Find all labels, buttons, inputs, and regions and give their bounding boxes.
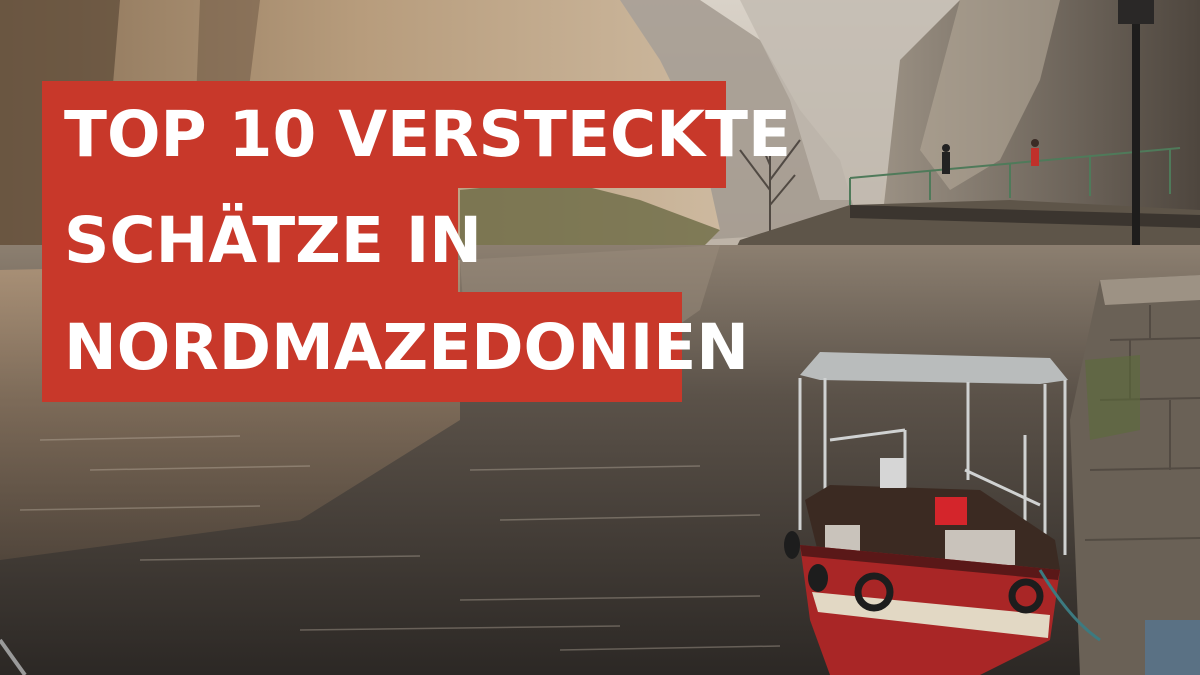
headline-line-2: SCHÄTZE IN — [42, 188, 482, 292]
headline-line-3: NORDMAZEDONIEN — [42, 292, 749, 402]
headline-line-1: TOP 10 VERSTECKTE — [42, 81, 791, 188]
thumbnail: TOP 10 VERSTECKTE SCHÄTZE IN NORDMAZEDON… — [0, 0, 1200, 675]
